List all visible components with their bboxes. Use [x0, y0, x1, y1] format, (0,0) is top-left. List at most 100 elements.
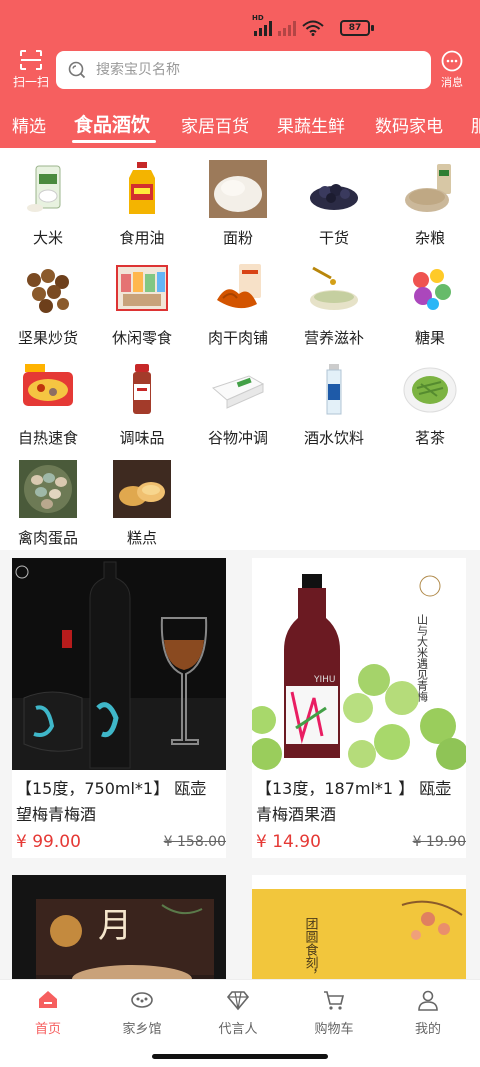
tabbar-label: 代言人: [218, 1022, 258, 1037]
home-icon: [39, 991, 57, 1008]
cell-signal-icon: HD: [252, 14, 272, 36]
category-tabs: 精选 食品酒饮 家居百货 果蔬生鲜 数码家电 服: [0, 104, 480, 148]
tab-food-drinks[interactable]: 食品酒饮: [74, 110, 150, 137]
category-label: 酒水饮料: [303, 429, 364, 447]
flour-icon: [209, 160, 267, 218]
scan-label: 扫一扫: [12, 75, 49, 89]
tabbar-cart[interactable]: 购物车: [286, 988, 382, 1037]
category-flour[interactable]: 面粉: [190, 160, 286, 248]
tab-featured[interactable]: 精选: [12, 112, 46, 137]
category-label: 糖果: [414, 329, 445, 347]
rice-bag-icon: [19, 160, 77, 218]
diamond-icon: [226, 991, 250, 1011]
product-card[interactable]: 【15度，750ml*1】 瓯壶 望梅青梅酒 ¥ 99.00 ¥ 158.00: [12, 558, 226, 858]
message-label: 消息: [441, 76, 463, 89]
category-nuts[interactable]: 坚果炒货: [0, 260, 96, 348]
category-poultry-eggs[interactable]: 禽肉蛋品: [0, 460, 96, 548]
product-image: [12, 558, 226, 770]
category-jerky[interactable]: 肉干肉铺: [190, 260, 286, 348]
tab-digital-appliances[interactable]: 数码家电: [375, 112, 443, 137]
category-cooking-oil[interactable]: 食用油: [94, 160, 190, 248]
category-label: 食用油: [119, 229, 165, 247]
message-button[interactable]: 消息: [438, 50, 466, 90]
scan-button[interactable]: 扫一扫: [12, 50, 50, 90]
cart-icon: [324, 991, 345, 1010]
product-price: ¥ 14.90: [256, 832, 321, 852]
tab-clothing[interactable]: 服: [471, 112, 480, 137]
product-old-price: ¥ 19.90: [412, 834, 466, 850]
product-price: ¥ 99.00: [16, 832, 81, 852]
self-heating-food-icon: [19, 360, 77, 418]
category-grains[interactable]: 杂粮: [382, 160, 478, 248]
snacks-icon: [113, 260, 171, 318]
tab-fresh-produce[interactable]: 果蔬生鲜: [277, 112, 345, 137]
category-label: 调味品: [119, 429, 165, 447]
profile-icon: [418, 990, 438, 1011]
product-card[interactable]: YIHU 山与大米遇见青梅 【13度，187ml*1 】 瓯壶青梅酒果酒 ¥ 1…: [252, 558, 466, 858]
pastry-icon: [113, 460, 171, 518]
tabbar-hometown[interactable]: 家乡馆: [94, 988, 190, 1037]
category-label: 糕点: [126, 529, 157, 547]
category-beverages[interactable]: 酒水饮料: [286, 360, 382, 448]
category-tea[interactable]: 茗茶: [382, 360, 478, 448]
category-rice[interactable]: 大米: [0, 160, 96, 248]
category-grid: 大米 食用油 面粉 干货 杂粮 坚果炒货 休闲零食 肉干肉铺 营养滋补 糖果 自…: [0, 148, 480, 550]
candy-icon: [401, 260, 459, 318]
status-bar: HD 87: [0, 0, 480, 42]
product-title: 【13度，187ml*1 】 瓯壶青梅酒果酒: [256, 779, 452, 824]
category-dried-goods[interactable]: 干货: [286, 160, 382, 248]
eggs-icon: [19, 460, 77, 518]
tabbar-profile[interactable]: 我的: [380, 988, 476, 1037]
hometown-icon: [131, 992, 153, 1008]
product-brand: YIHU: [313, 675, 336, 685]
battery-level: 87: [340, 20, 370, 36]
category-label: 休闲零食: [111, 329, 172, 347]
beverage-icon: [305, 360, 363, 418]
category-snacks[interactable]: 休闲零食: [94, 260, 190, 348]
product-image-slogan: 山与大米遇见青梅: [416, 614, 429, 703]
category-cereal-drinks[interactable]: 谷物冲调: [190, 360, 286, 448]
grains-icon: [401, 160, 459, 218]
category-label: 干货: [318, 229, 349, 247]
category-self-heating[interactable]: 自热速食: [0, 360, 96, 448]
category-label: 大米: [32, 229, 63, 247]
search-icon: [68, 61, 86, 79]
tab-home-goods[interactable]: 家居百货: [181, 112, 249, 137]
tabbar-home[interactable]: 首页: [0, 988, 96, 1037]
active-tab-indicator: [72, 140, 156, 143]
product-title: 【15度，750ml*1】 瓯壶 望梅青梅酒: [16, 779, 207, 824]
oil-bottle-icon: [113, 160, 171, 218]
category-nutrition[interactable]: 营养滋补: [286, 260, 382, 348]
tabbar-label: 首页: [34, 1022, 61, 1037]
message-icon: [441, 50, 463, 72]
tabbar-spokesperson[interactable]: 代言人: [190, 988, 286, 1037]
nutrition-icon: [305, 260, 363, 318]
tabbar-label: 家乡馆: [122, 1022, 162, 1037]
scan-icon: [20, 50, 42, 70]
category-seasoning[interactable]: 调味品: [94, 360, 190, 448]
battery-tip: [371, 25, 374, 31]
nuts-icon: [19, 260, 77, 318]
wifi-icon: [302, 20, 324, 36]
category-label: 面粉: [222, 229, 253, 247]
tabbar-label: 我的: [414, 1022, 441, 1037]
category-candy[interactable]: 糖果: [382, 260, 478, 348]
seasoning-icon: [113, 360, 171, 418]
category-label: 禽肉蛋品: [17, 529, 78, 547]
category-label: 营养滋补: [303, 329, 364, 347]
category-label: 坚果炒货: [17, 329, 78, 347]
category-label: 谷物冲调: [207, 429, 268, 447]
search-input[interactable]: [96, 62, 396, 78]
cell-signal-2-icon: [278, 20, 296, 36]
category-label: 茗茶: [414, 429, 445, 447]
jerky-icon: [209, 260, 267, 318]
search-box[interactable]: [56, 51, 431, 89]
svg-text:月: 月: [98, 906, 132, 946]
category-pastry[interactable]: 糕点: [94, 460, 190, 548]
price-row: ¥ 14.90 ¥ 19.90: [252, 828, 466, 858]
category-label: 肉干肉铺: [207, 329, 268, 347]
product-image: YIHU 山与大米遇见青梅: [252, 558, 466, 770]
cereal-drink-icon: [209, 360, 267, 418]
tabbar-label: 购物车: [314, 1022, 354, 1037]
dried-food-icon: [305, 160, 363, 218]
